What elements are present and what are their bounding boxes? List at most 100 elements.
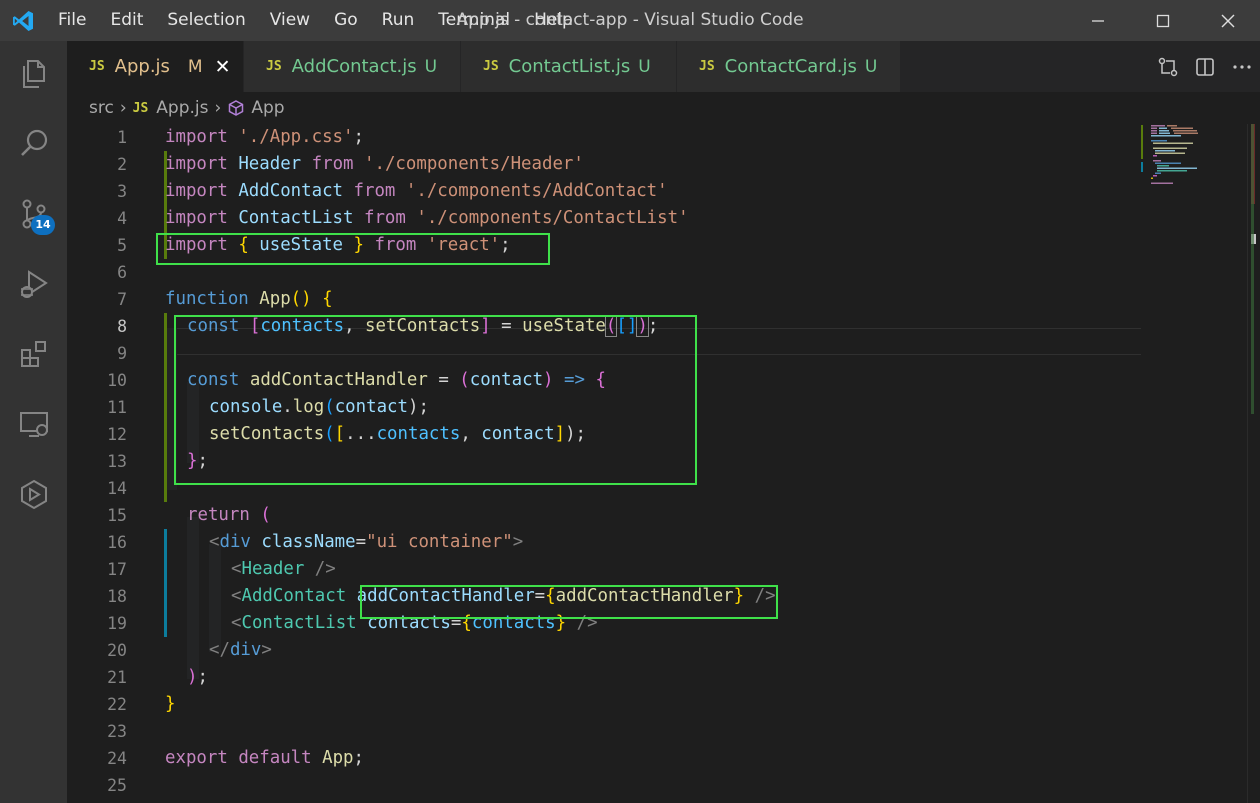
tab-contactlist-js[interactable]: JS ContactList.js U	[461, 41, 677, 92]
code-line: 4 import ContactList from './components/…	[67, 205, 1141, 232]
code-text: <Header />	[231, 556, 336, 583]
token: div	[229, 640, 262, 660]
token: from	[311, 154, 354, 174]
line-number: 11	[107, 398, 127, 417]
close-tab-icon[interactable]: ✕	[215, 56, 231, 78]
line-number: 23	[107, 722, 127, 741]
maximize-button[interactable]	[1130, 0, 1195, 41]
more-icon	[1232, 64, 1251, 69]
gutter-modified-marker	[164, 529, 167, 556]
token: Header	[241, 559, 305, 579]
token: (	[260, 505, 271, 525]
token: import	[165, 208, 228, 228]
split-editor-button[interactable]	[1186, 41, 1223, 92]
menu-bar: File Edit Selection View Go Run Terminal…	[46, 0, 585, 41]
line-number: 1	[117, 128, 127, 147]
menu-selection[interactable]: Selection	[155, 0, 257, 41]
tab-addcontact-js[interactable]: JS AddContact.js U	[244, 41, 461, 92]
js-file-icon: JS	[483, 59, 499, 74]
line-number: 6	[117, 263, 127, 282]
menu-edit[interactable]: Edit	[98, 0, 155, 41]
gutter-added-marker	[164, 367, 167, 394]
tab-app-js[interactable]: JS App.js M ✕	[67, 41, 244, 92]
tab-status-untracked: U	[638, 56, 651, 77]
tab-status-untracked: U	[864, 56, 878, 77]
token: />	[304, 559, 336, 579]
menu-run[interactable]: Run	[370, 0, 427, 41]
open-changes-button[interactable]	[1149, 41, 1186, 92]
js-file-icon: JS	[89, 59, 105, 74]
menu-go[interactable]: Go	[322, 0, 370, 41]
line-number: 3	[117, 182, 127, 201]
vertical-scrollbar[interactable]	[1247, 124, 1260, 803]
breadcrumb-symbol[interactable]: App	[227, 98, 285, 118]
extensions-button[interactable]	[0, 324, 67, 384]
token: import	[165, 181, 228, 201]
tab-contactcard-js[interactable]: JS ContactCard.js U	[677, 41, 901, 92]
run-debug-button[interactable]	[0, 254, 67, 314]
gutter-added-marker	[164, 313, 167, 340]
minimize-button[interactable]	[1065, 0, 1130, 41]
tab-label: AddContact.js	[291, 56, 417, 77]
breadcrumb-file[interactable]: JS App.js	[133, 98, 209, 118]
line-number: 16	[107, 533, 127, 552]
token: ContactList	[238, 208, 354, 228]
menu-help[interactable]: Help	[522, 0, 585, 41]
line-number: 25	[107, 776, 127, 795]
token: App	[322, 748, 354, 768]
code-text: export default App;	[165, 745, 364, 772]
line-number: 12	[107, 425, 127, 444]
token: <	[209, 532, 220, 552]
split-editor-icon	[1195, 57, 1214, 76]
code-text: <div className="ui container">	[209, 529, 523, 556]
menu-view[interactable]: View	[258, 0, 322, 41]
code-line: 24 export default App;	[67, 745, 1141, 772]
title-bar: File Edit Selection View Go Run Terminal…	[0, 0, 1260, 41]
maximize-icon	[1156, 14, 1169, 27]
code-text: </div>	[209, 637, 272, 664]
token: './App.css'	[238, 127, 354, 147]
minimap[interactable]	[1141, 124, 1247, 803]
token: ;	[353, 748, 364, 768]
breadcrumb-folder[interactable]: src	[89, 98, 114, 118]
token: './components/ContactList'	[416, 208, 689, 228]
close-window-button[interactable]	[1195, 0, 1260, 41]
minimap-preview	[1141, 125, 1198, 184]
code-text: import './App.css';	[165, 124, 364, 151]
live-share-button[interactable]	[0, 464, 67, 524]
line-number: 7	[117, 290, 127, 309]
source-control-button[interactable]: 14	[0, 184, 67, 244]
code-text: return (	[187, 502, 271, 529]
code-editor[interactable]: 1 import './App.css'; 2 import Header fr…	[67, 124, 1260, 803]
extensions-icon	[20, 341, 46, 367]
code-text: import ContactList from './components/Co…	[165, 205, 689, 232]
remote-explorer-button[interactable]	[0, 394, 67, 454]
search-button[interactable]	[0, 114, 67, 174]
js-file-icon: JS	[132, 100, 149, 116]
menu-file[interactable]: File	[46, 0, 98, 41]
code-line: 23	[67, 718, 1141, 745]
run-debug-icon	[20, 270, 48, 298]
token: className	[261, 532, 356, 552]
search-icon	[20, 129, 47, 156]
token: AddContact	[241, 586, 347, 606]
line-number: 17	[107, 560, 127, 579]
menu-terminal[interactable]: Terminal	[426, 0, 522, 41]
gutter-modified-marker	[164, 610, 167, 637]
code-text: import AddContact from './components/Add…	[165, 178, 668, 205]
more-actions-button[interactable]	[1223, 41, 1260, 92]
explorer-button[interactable]	[0, 44, 67, 104]
breadcrumb: src › JS App.js › App	[67, 92, 1260, 124]
token: App	[259, 289, 291, 309]
scm-badge: 14	[31, 215, 55, 235]
token: }	[165, 694, 176, 714]
code-line: 17 <Header />	[67, 556, 1141, 583]
gutter-modified-marker	[164, 583, 167, 610]
